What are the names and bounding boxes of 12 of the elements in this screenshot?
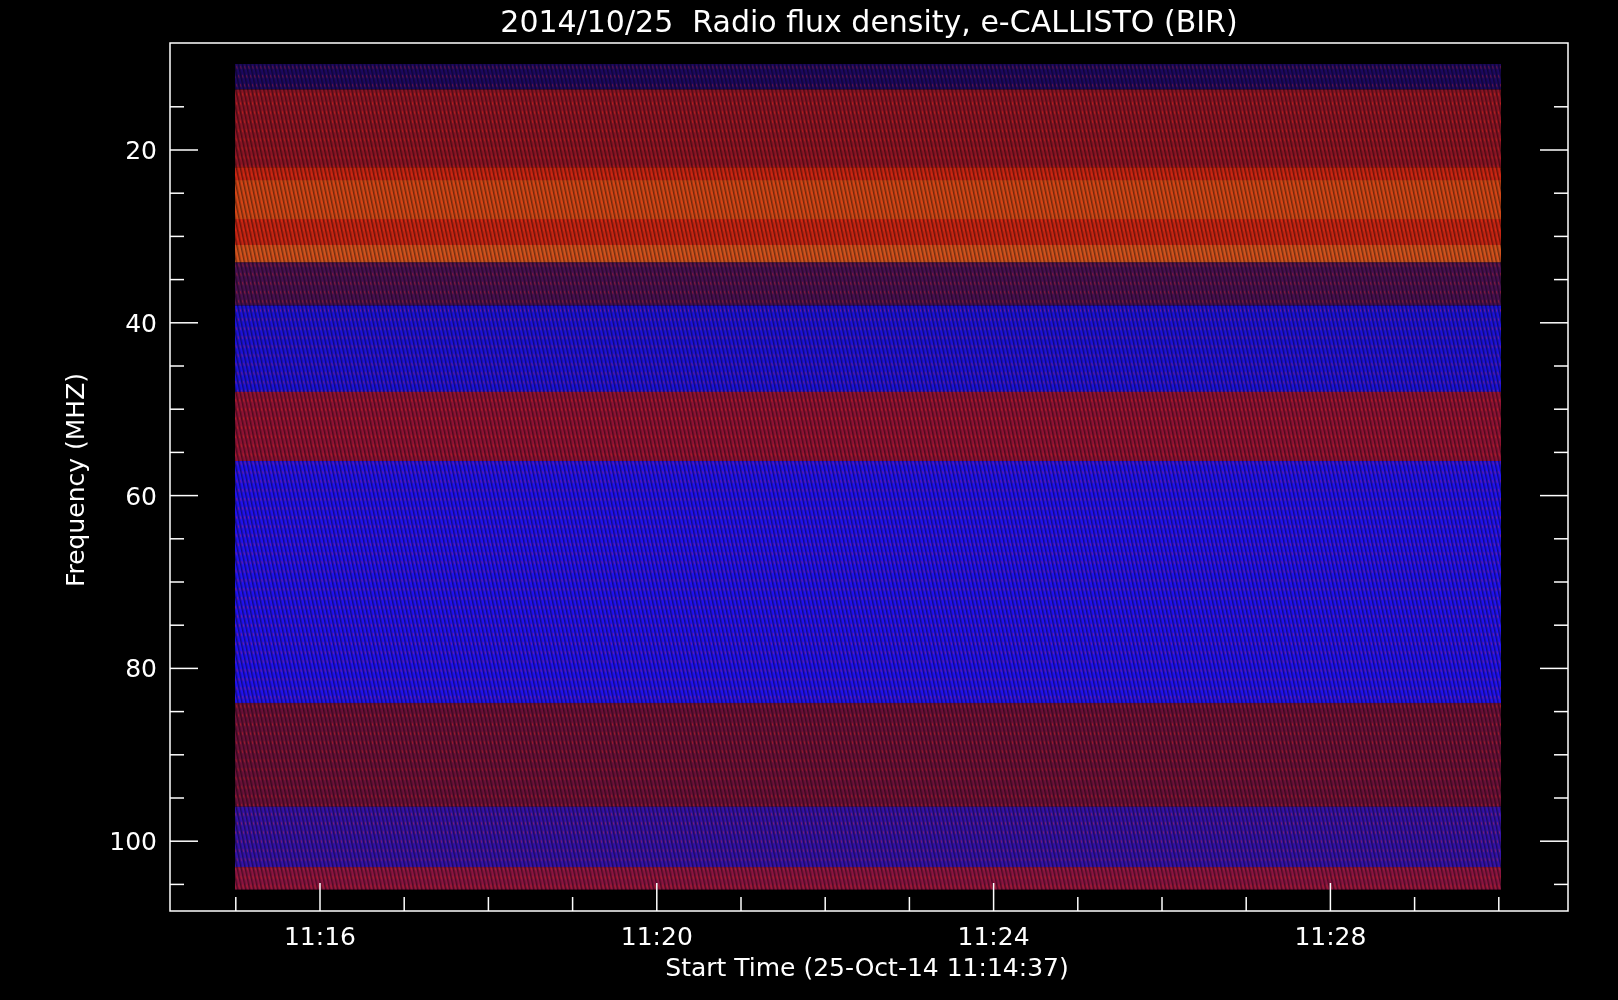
- tick-label: 20: [125, 136, 157, 165]
- tick-label: 100: [109, 827, 157, 857]
- axis-title: Frequency (MHZ): [61, 372, 90, 588]
- tick-label: 80: [125, 654, 157, 684]
- tick-label: 11:28: [1294, 922, 1367, 951]
- axis-title: Start Time (25-Oct-14 11:14:37): [665, 953, 1069, 982]
- tick-label: 11:16: [284, 922, 356, 951]
- tick-label: 60: [125, 481, 157, 511]
- tick-label: 11:24: [957, 922, 1030, 951]
- tick-label: 40: [125, 308, 157, 338]
- chart-title: 2014/10/25 Radio flux density, e-CALLISTO (BIR): [500, 4, 1238, 39]
- tick-label: 11:20: [620, 922, 693, 951]
